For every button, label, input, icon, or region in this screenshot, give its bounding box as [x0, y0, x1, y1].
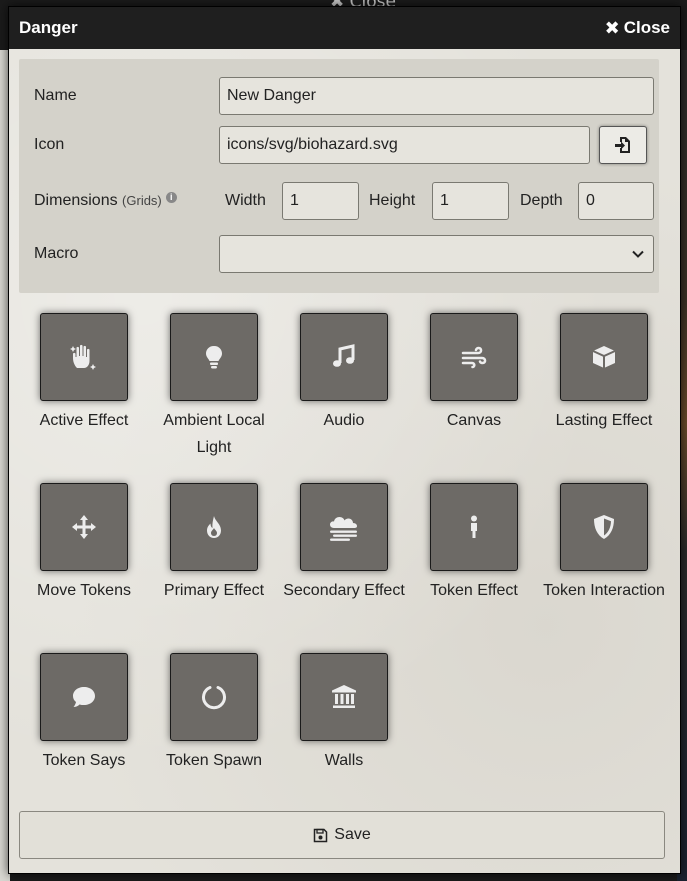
effect-tile[interactable]: [300, 313, 388, 401]
effect-tile[interactable]: [40, 653, 128, 741]
danger-dialog: Danger ✖ Close Name New Danger Icon icon…: [8, 6, 681, 874]
circle-notch-icon: [202, 686, 226, 710]
save-label: Save: [334, 826, 371, 843]
file-import-icon: [615, 137, 630, 153]
effect-tile[interactable]: [300, 483, 388, 571]
close-icon: ✖: [604, 17, 620, 39]
effect-label: Lasting Effect: [555, 412, 653, 429]
effect-label: Secondary Effect: [283, 582, 405, 599]
info-icon[interactable]: i: [165, 192, 177, 203]
effect-item-audio[interactable]: Audio: [279, 313, 409, 434]
height-label: Height: [369, 192, 416, 209]
effect-item-ambient-local-light[interactable]: Ambient Local Light: [149, 313, 279, 461]
save-icon: [314, 828, 328, 842]
effect-item-token-says[interactable]: Token Says: [19, 653, 149, 774]
effect-item-lasting-effect[interactable]: Lasting Effect: [539, 313, 669, 434]
cube-icon: [592, 346, 616, 368]
depth-label: Depth: [520, 192, 563, 209]
effect-type-grid: Active Effect Ambient Local Light Audio …: [19, 301, 665, 801]
effect-tile[interactable]: [430, 483, 518, 571]
effect-tile[interactable]: [40, 483, 128, 571]
chevron-down-icon: [632, 250, 644, 258]
save-button[interactable]: Save: [19, 811, 665, 859]
effect-tile[interactable]: [170, 653, 258, 741]
shield-icon: [594, 515, 614, 539]
effect-item-move-tokens[interactable]: Move Tokens: [19, 483, 149, 604]
effect-tile[interactable]: [170, 483, 258, 571]
arrows-move-icon: [72, 515, 96, 539]
depth-input[interactable]: 0: [578, 182, 654, 220]
icon-label: Icon: [34, 136, 65, 153]
effect-tile[interactable]: [560, 483, 648, 571]
fire-icon: [207, 516, 221, 538]
person-icon: [471, 515, 477, 538]
name-row: Name New Danger: [19, 76, 659, 116]
effect-tile[interactable]: [170, 313, 258, 401]
comment-icon: [73, 687, 95, 707]
effect-tile[interactable]: [560, 313, 648, 401]
effect-item-token-interaction[interactable]: Token Interaction: [539, 483, 669, 604]
dialog-title: Danger: [19, 18, 78, 37]
effect-item-token-effect[interactable]: Token Effect: [409, 483, 539, 604]
effect-label: Active Effect: [39, 412, 129, 429]
effect-item-secondary-effect[interactable]: Secondary Effect: [279, 483, 409, 604]
dimensions-label: Dimensions (Grids) i: [34, 192, 177, 210]
dimensions-row: Dimensions (Grids) i Width 1 Height 1 Dep…: [19, 181, 659, 221]
effect-label: Canvas: [446, 412, 502, 429]
width-label: Width: [225, 192, 266, 209]
effect-item-canvas[interactable]: Canvas: [409, 313, 539, 434]
wind-icon: [461, 346, 487, 369]
effect-label: Ambient Local Light: [163, 412, 265, 456]
effect-tile[interactable]: [430, 313, 518, 401]
effect-item-active-effect[interactable]: Active Effect: [19, 313, 149, 434]
effect-item-token-spawn[interactable]: Token Spawn: [149, 653, 279, 774]
effect-label: Token Interaction: [543, 582, 665, 599]
icon-path-input[interactable]: icons/svg/biohazard.svg: [219, 126, 590, 164]
effect-label: Walls: [324, 752, 364, 769]
cloud-fog-icon: [330, 517, 357, 541]
effect-tile[interactable]: [300, 653, 388, 741]
hand-sparkles-icon: [70, 344, 96, 370]
effect-label: Primary Effect: [163, 582, 265, 599]
macro-select[interactable]: [219, 235, 654, 273]
effect-label: Audio: [323, 412, 365, 429]
icon-row: Icon icons/svg/biohazard.svg: [19, 125, 659, 165]
dialog-titlebar: Danger ✖ Close: [9, 7, 680, 49]
lightbulb-icon: [206, 346, 222, 369]
name-label: Name: [34, 87, 77, 104]
effect-item-walls[interactable]: Walls: [279, 653, 409, 774]
height-input[interactable]: 1: [432, 182, 509, 220]
name-input[interactable]: New Danger: [219, 77, 654, 115]
danger-form: Name New Danger Icon icons/svg/biohazard…: [19, 59, 659, 293]
dimensions-unit: (Grids): [122, 193, 162, 208]
effect-label: Move Tokens: [37, 582, 131, 599]
music-icon: [333, 344, 355, 367]
file-picker-button[interactable]: [599, 126, 647, 164]
dialog-content: Name New Danger Icon icons/svg/biohazard…: [9, 49, 680, 873]
close-button[interactable]: ✖ Close: [605, 18, 670, 39]
macro-label: Macro: [34, 245, 79, 262]
dimensions-label-text: Dimensions: [34, 192, 118, 209]
width-input[interactable]: 1: [282, 182, 359, 220]
effect-tile[interactable]: [40, 313, 128, 401]
landmark-icon: [332, 685, 356, 708]
macro-row: Macro: [19, 234, 659, 274]
effect-label: Token Spawn: [165, 752, 263, 769]
effect-label: Token Effect: [430, 582, 518, 599]
effect-item-primary-effect[interactable]: Primary Effect: [149, 483, 279, 604]
close-label: Close: [623, 18, 670, 37]
effect-label: Token Says: [42, 752, 126, 769]
